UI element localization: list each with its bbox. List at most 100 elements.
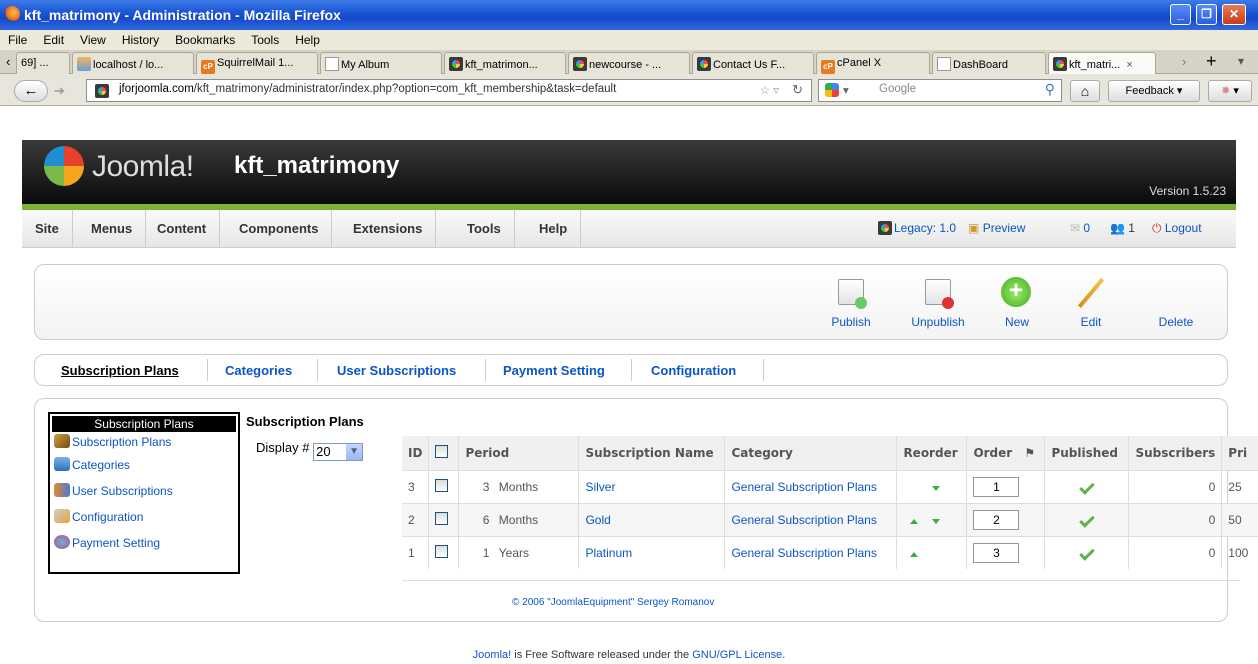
category-link[interactable]: General Subscription Plans: [731, 480, 876, 494]
published-check-icon[interactable]: [1079, 478, 1095, 495]
publish-button[interactable]: Publish: [825, 277, 877, 329]
close-icon[interactable]: ✕: [1222, 4, 1246, 25]
cell-checkbox[interactable]: [428, 535, 460, 569]
submenu-categories[interactable]: Categories: [225, 363, 292, 378]
new-button[interactable]: + New: [997, 277, 1037, 329]
display-select[interactable]: 20 ▼: [313, 443, 364, 461]
cell-category[interactable]: General Subscription Plans: [724, 469, 898, 503]
search-box[interactable]: ▾ Google ⚲: [818, 79, 1062, 102]
col-period[interactable]: Period: [458, 436, 580, 470]
submenu-payment-setting[interactable]: Payment Setting: [503, 363, 605, 378]
col-checkbox[interactable]: [428, 436, 460, 470]
reload-icon[interactable]: ↻: [792, 82, 803, 98]
cell-category[interactable]: General Subscription Plans: [724, 535, 898, 569]
select-all-checkbox[interactable]: [435, 444, 449, 458]
menu-history[interactable]: History: [122, 30, 159, 50]
feedback-button[interactable]: Feedback ▾: [1108, 80, 1200, 102]
left-item-categories[interactable]: Categories: [50, 452, 238, 478]
cell-name[interactable]: Gold: [578, 502, 726, 536]
col-order[interactable]: Order ⚑: [966, 436, 1046, 470]
save-order-icon[interactable]: ⚑: [1024, 446, 1035, 460]
edit-button[interactable]: Edit: [1071, 277, 1111, 329]
tab-3[interactable]: cP SquirrelMail 1...: [196, 52, 318, 74]
messages-link[interactable]: ✉ 0: [1070, 221, 1090, 235]
menu-menus[interactable]: Menus: [78, 210, 147, 248]
search-engine-dropdown-icon[interactable]: ▾: [843, 83, 849, 97]
tab-8[interactable]: cP cPanel X: [816, 52, 930, 74]
col-subscription-name[interactable]: Subscription Name: [578, 436, 726, 470]
joomla-link[interactable]: Joomla!: [473, 649, 512, 661]
menu-file[interactable]: File: [8, 30, 27, 50]
category-link[interactable]: General Subscription Plans: [731, 513, 876, 527]
row-checkbox[interactable]: [435, 478, 449, 492]
row-checkbox[interactable]: [435, 544, 449, 558]
tab-list-icon[interactable]: ▾: [1238, 54, 1244, 68]
left-item-configuration[interactable]: Configuration: [50, 504, 238, 530]
tab-7[interactable]: Contact Us F...: [692, 52, 814, 74]
tab-close-icon[interactable]: ×: [1126, 59, 1132, 71]
row-checkbox[interactable]: [435, 511, 449, 525]
submenu-configuration[interactable]: Configuration: [651, 363, 736, 378]
tab-9[interactable]: DashBoard: [932, 52, 1046, 74]
minimize-icon[interactable]: _: [1170, 4, 1191, 25]
menu-site[interactable]: Site: [22, 210, 73, 248]
tab-10-active[interactable]: kft_matri... ×: [1048, 52, 1156, 74]
cell-checkbox[interactable]: [428, 469, 460, 503]
preview-link[interactable]: ▣ Preview: [968, 221, 1025, 235]
col-subscribers[interactable]: Subscribers: [1128, 436, 1223, 470]
cell-published[interactable]: [1044, 469, 1130, 503]
maximize-icon[interactable]: ❐: [1196, 4, 1217, 25]
published-check-icon[interactable]: [1079, 544, 1095, 561]
tab-scroll-right-icon[interactable]: ›: [1182, 54, 1186, 69]
cell-published[interactable]: [1044, 535, 1130, 569]
left-item-user-subscriptions[interactable]: User Subscriptions: [50, 478, 238, 504]
tab-2[interactable]: localhost / lo...: [72, 52, 194, 74]
cell-name[interactable]: Silver: [578, 469, 726, 503]
order-input[interactable]: 3: [973, 542, 1020, 563]
tab-5[interactable]: kft_matrimon...: [444, 52, 566, 74]
menu-help[interactable]: Help: [526, 210, 582, 248]
search-icon[interactable]: ⚲: [1045, 81, 1055, 98]
cell-category[interactable]: General Subscription Plans: [724, 502, 898, 536]
menu-edit[interactable]: Edit: [43, 30, 64, 50]
menu-help[interactable]: Help: [295, 30, 320, 50]
submenu-subscription-plans[interactable]: Subscription Plans: [61, 363, 179, 378]
move-down-icon[interactable]: [932, 518, 941, 524]
col-id[interactable]: ID: [402, 436, 430, 470]
logout-link[interactable]: ⏻ Logout: [1152, 221, 1202, 236]
category-link[interactable]: General Subscription Plans: [731, 546, 876, 560]
chevron-down-icon[interactable]: ▼: [346, 444, 363, 460]
cell-published[interactable]: [1044, 502, 1130, 536]
forward-icon[interactable]: ➔: [54, 83, 65, 99]
menu-tools[interactable]: Tools: [251, 30, 279, 50]
tab-scroll-left-icon[interactable]: ‹: [6, 54, 10, 69]
tab-6[interactable]: newcourse - ...: [568, 52, 690, 74]
menu-view[interactable]: View: [80, 30, 106, 50]
back-button[interactable]: ←: [14, 80, 48, 102]
left-item-subscription-plans[interactable]: Subscription Plans: [50, 434, 238, 452]
tab-4[interactable]: My Album: [320, 52, 442, 74]
left-item-payment-setting[interactable]: Payment Setting: [50, 530, 238, 556]
move-down-icon[interactable]: [932, 485, 941, 491]
url-bar[interactable]: jforjoomla.com/kft_matrimony/administrat…: [86, 79, 812, 102]
window-title-bar[interactable]: kft_matrimony - Administration - Mozilla…: [0, 0, 1258, 30]
cell-name[interactable]: Platinum: [578, 535, 726, 569]
plan-name-link[interactable]: Gold: [585, 513, 610, 527]
col-category[interactable]: Category: [724, 436, 898, 470]
menu-tools[interactable]: Tools: [454, 210, 515, 248]
unpublish-button[interactable]: Unpublish: [905, 277, 971, 329]
col-published[interactable]: Published: [1044, 436, 1130, 470]
delete-button[interactable]: Delete: [1153, 315, 1199, 329]
plan-name-link[interactable]: Platinum: [585, 546, 632, 560]
move-up-icon[interactable]: [910, 518, 919, 524]
order-input[interactable]: 2: [973, 509, 1020, 530]
new-tab-icon[interactable]: +: [1206, 51, 1217, 72]
home-button[interactable]: ⌂: [1070, 80, 1100, 102]
addon-button[interactable]: ✸ ▾: [1208, 80, 1252, 102]
col-price[interactable]: Pri: [1221, 436, 1258, 470]
published-check-icon[interactable]: [1079, 511, 1095, 528]
menu-bookmarks[interactable]: Bookmarks: [175, 30, 235, 50]
tab-1[interactable]: 69] ...: [16, 52, 70, 74]
submenu-user-subscriptions[interactable]: User Subscriptions: [337, 363, 456, 378]
cell-checkbox[interactable]: [428, 502, 460, 536]
